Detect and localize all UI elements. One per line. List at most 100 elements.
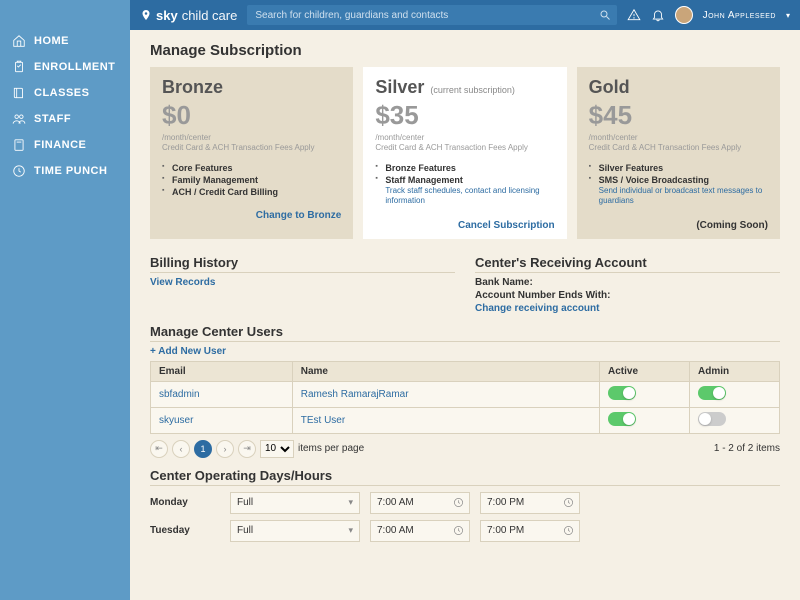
sidebar-item-label: STAFF: [34, 113, 71, 125]
plan-feature: ACH / Credit Card Billing: [162, 186, 341, 198]
alert-icon[interactable]: [627, 8, 641, 22]
table-row: sbfadminRamesh RamarajRamar: [151, 381, 780, 407]
clock-icon: [563, 497, 574, 508]
day-label: Monday: [150, 497, 220, 508]
hours-row: Tuesday Full 7:00 AM 7:00 PM: [150, 520, 780, 542]
pager-last[interactable]: ⇥: [238, 440, 256, 458]
plan-card-silver: Silver(current subscription)$35/month/ce…: [363, 67, 566, 239]
admin-toggle[interactable]: [698, 412, 726, 426]
search-input[interactable]: [247, 5, 616, 25]
day-mode-select[interactable]: Full: [230, 492, 360, 514]
plan-feature: Silver Features: [589, 162, 768, 174]
plan-feature: Core Features: [162, 162, 341, 174]
add-user-link[interactable]: + Add New User: [150, 346, 780, 357]
search-icon[interactable]: [599, 9, 611, 21]
close-time-input[interactable]: 7:00 PM: [480, 520, 580, 542]
user-email[interactable]: sbfadmin: [151, 381, 293, 407]
active-toggle[interactable]: [608, 386, 636, 400]
brand-logo: skychild care: [140, 8, 237, 23]
topbar: skychild care John Appleseed ▾: [130, 0, 800, 30]
sidebar-item-staff[interactable]: STAFF: [0, 106, 130, 132]
sidebar-item-classes[interactable]: CLASSES: [0, 80, 130, 106]
sidebar-item-finance[interactable]: FINANCE: [0, 132, 130, 158]
avatar[interactable]: [675, 6, 693, 24]
sidebar-item-label: FINANCE: [34, 139, 86, 151]
plan-meta: /month/centerCredit Card & ACH Transacti…: [375, 133, 554, 154]
sidebar-item-label: HOME: [34, 35, 69, 47]
users-table: Email Name Active Admin sbfadminRamesh R…: [150, 361, 780, 434]
admin-toggle[interactable]: [698, 386, 726, 400]
plan-name: Gold: [589, 77, 768, 98]
plan-feature: Bronze Features: [375, 162, 554, 174]
hours-row: Monday Full 7:00 AM 7:00 PM: [150, 492, 780, 514]
col-admin: Admin: [690, 361, 780, 381]
username[interactable]: John Appleseed: [703, 10, 776, 21]
clock-icon: [453, 497, 464, 508]
pager-page-1[interactable]: 1: [194, 440, 212, 458]
plan-price: $45: [589, 100, 768, 131]
plan-name: Silver(current subscription): [375, 77, 554, 98]
sidebar-item-home[interactable]: HOME: [0, 28, 130, 54]
col-active: Active: [600, 361, 690, 381]
plan-action: (Coming Soon): [589, 220, 768, 231]
clock-icon: [12, 164, 26, 178]
sidebar-item-enrollment[interactable]: ENROLLMENT: [0, 54, 130, 80]
per-page-label: items per page: [298, 443, 364, 454]
plan-meta: /month/centerCredit Card & ACH Transacti…: [162, 133, 341, 154]
plan-meta: /month/centerCredit Card & ACH Transacti…: [589, 133, 768, 154]
receiving-account-heading: Center's Receiving Account: [475, 255, 780, 273]
plan-feature: Family Management: [162, 174, 341, 186]
sidebar-item-label: CLASSES: [34, 87, 89, 99]
plan-feature: SMS / Voice BroadcastingSend individual …: [589, 174, 768, 208]
clipboard-icon: [12, 60, 26, 74]
table-row: skyuserTEst User: [151, 407, 780, 433]
plan-price: $0: [162, 100, 341, 131]
pager-prev[interactable]: ‹: [172, 440, 190, 458]
bank-name-label: Bank Name:: [475, 277, 780, 288]
page-size-select[interactable]: 10: [260, 440, 294, 458]
open-time-input[interactable]: 7:00 AM: [370, 492, 470, 514]
user-email[interactable]: skyuser: [151, 407, 293, 433]
plan-card-bronze: Bronze$0/month/centerCredit Card & ACH T…: [150, 67, 353, 239]
clock-icon: [563, 525, 574, 536]
pager: ⇤ ‹ 1 › ⇥ 10 items per page 1 - 2 of 2 i…: [150, 440, 780, 458]
billing-history-heading: Billing History: [150, 255, 455, 273]
bell-icon[interactable]: [651, 8, 665, 22]
home-icon: [12, 34, 26, 48]
people-icon: [12, 112, 26, 126]
view-records-link[interactable]: View Records: [150, 277, 455, 288]
operating-hours-heading: Center Operating Days/Hours: [150, 468, 780, 486]
col-name: Name: [292, 361, 599, 381]
plan-price: $35: [375, 100, 554, 131]
pager-first[interactable]: ⇤: [150, 440, 168, 458]
calc-icon: [12, 138, 26, 152]
active-toggle[interactable]: [608, 412, 636, 426]
col-email: Email: [151, 361, 293, 381]
day-label: Tuesday: [150, 525, 220, 536]
day-mode-select[interactable]: Full: [230, 520, 360, 542]
page-title: Manage Subscription: [150, 42, 780, 59]
plan-action[interactable]: Change to Bronze: [162, 210, 341, 221]
sidebar-item-label: TIME PUNCH: [34, 165, 107, 177]
manage-users-heading: Manage Center Users: [150, 324, 780, 342]
plan-card-gold: Gold$45/month/centerCredit Card & ACH Tr…: [577, 67, 780, 239]
pager-range: 1 - 2 of 2 items: [714, 443, 780, 454]
pager-next[interactable]: ›: [216, 440, 234, 458]
plan-feature: Staff ManagementTrack staff schedules, c…: [375, 174, 554, 208]
sidebar-item-label: ENROLLMENT: [34, 61, 115, 73]
account-ends-label: Account Number Ends With:: [475, 290, 780, 301]
sidebar-item-time-punch[interactable]: TIME PUNCH: [0, 158, 130, 184]
change-receiving-link[interactable]: Change receiving account: [475, 303, 780, 314]
open-time-input[interactable]: 7:00 AM: [370, 520, 470, 542]
user-name[interactable]: Ramesh RamarajRamar: [292, 381, 599, 407]
clock-icon: [453, 525, 464, 536]
pin-icon: [140, 9, 152, 21]
user-name[interactable]: TEst User: [292, 407, 599, 433]
plan-action[interactable]: Cancel Subscription: [375, 220, 554, 231]
close-time-input[interactable]: 7:00 PM: [480, 492, 580, 514]
plan-name: Bronze: [162, 77, 341, 98]
book-icon: [12, 86, 26, 100]
chevron-down-icon[interactable]: ▾: [786, 11, 790, 20]
search-wrap: [247, 5, 616, 25]
sidebar: HOME ENROLLMENT CLASSES STAFF FINANCE TIME PU…: [0, 0, 130, 600]
